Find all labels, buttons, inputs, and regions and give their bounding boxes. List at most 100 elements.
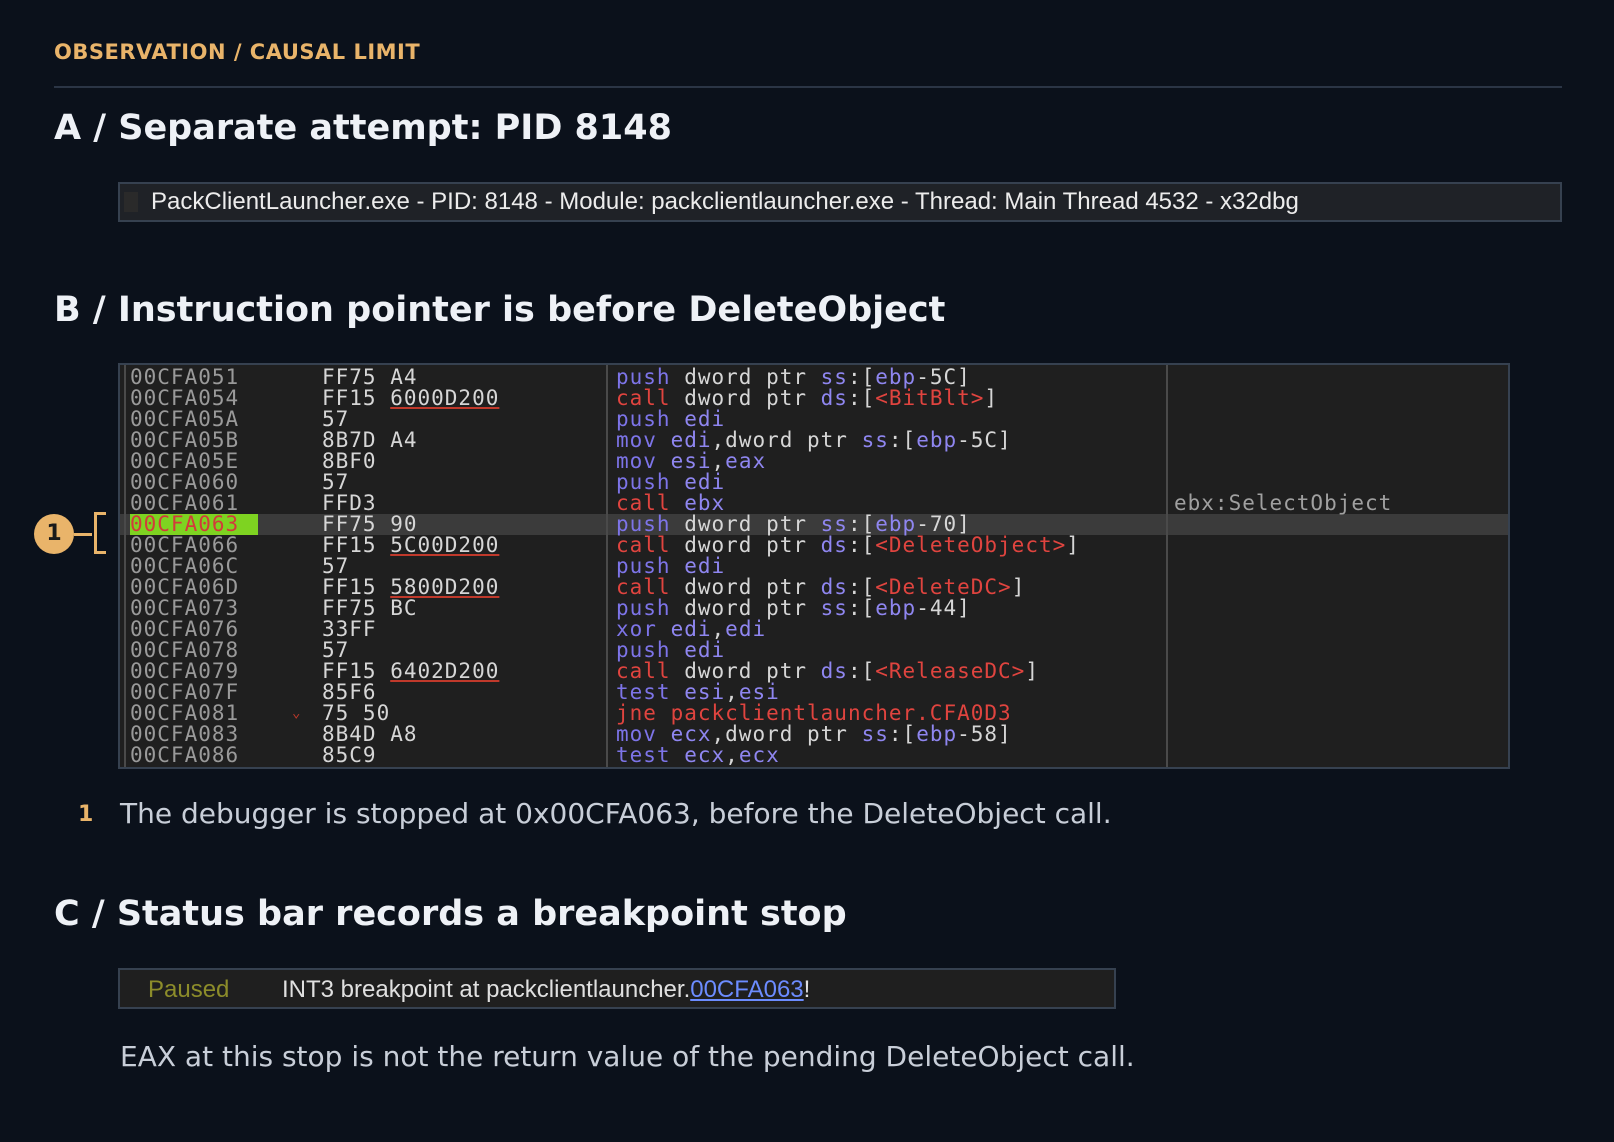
disasm-address: 00CFA05E	[130, 451, 240, 472]
disasm-instruction: push edi	[616, 409, 725, 430]
section-b-title: B / Instruction pointer is before Delete…	[54, 290, 946, 330]
operand-text: ]	[984, 386, 999, 410]
jump-arrow-icon: ⌄	[292, 705, 301, 721]
operand-text: ]	[1011, 575, 1026, 599]
disasm-bytes: FF75 A4	[322, 365, 418, 389]
disasm-address: 00CFA061	[130, 493, 240, 514]
disasm-bytes: 33FF	[322, 617, 377, 641]
disasm-row[interactable]: 00CFA079 FF15 6402D200 call dword ptr ds:[…	[120, 661, 1508, 682]
disasm-bytes: 8BF0	[322, 449, 377, 473]
disasm-row[interactable]: 00CFA07F 85F6 test esi,esi	[120, 682, 1508, 703]
section-c-title: C / Status bar records a breakpoint stop	[54, 894, 847, 934]
disasm-instruction: call dword ptr ds:[<DeleteObject>]	[616, 535, 1080, 556]
disasm-row[interactable]: 00CFA086 85C9 test ecx,ecx	[120, 745, 1508, 766]
disasm-bytes: 8B4D A8	[322, 722, 418, 746]
disasm-row[interactable]: 00CFA051 FF75 A4 push dword ptr ss:[ebp-5C…	[120, 367, 1508, 388]
disasm-address: 00CFA051	[130, 367, 240, 388]
disasm-row[interactable]: 00CFA073 FF75 BC push dword ptr ss:[ebp-44…	[120, 598, 1508, 619]
status-address-link[interactable]: 00CFA063	[690, 976, 803, 1003]
disasm-instruction: call dword ptr ds:[<BitBlt>]	[616, 388, 998, 409]
disasm-bytes: 57	[322, 638, 350, 662]
operand-text: :[	[888, 722, 917, 746]
operand-text: ]	[1066, 533, 1080, 557]
disasm-bytes: 8B7D A4	[322, 428, 418, 452]
disasm-row[interactable]: 00CFA05B 8B7D A4 mov edi,dword ptr ss:[ebp…	[120, 430, 1508, 451]
disasm-row[interactable]: 00CFA060 57 push edi	[120, 472, 1508, 493]
disasm-row[interactable]: 00CFA076 33FF xor edi,edi	[120, 619, 1508, 640]
disasm-row[interactable]: 00CFA06C 57 push edi	[120, 556, 1508, 577]
operand-register: edi	[725, 617, 767, 641]
disasm-row[interactable]: 00CFA061 FFD3 call ebx ebx:SelectObject	[120, 493, 1508, 514]
operand-text: -58]	[957, 722, 1012, 746]
disasm-bytes: FF15 5C00D200	[322, 533, 500, 557]
operand-register: ecx	[738, 743, 780, 767]
disasm-row[interactable]: 00CFA05A 57 push edi	[120, 409, 1508, 430]
disasm-row[interactable]: 00CFA066 FF15 5C00D200 call dword ptr ds:[…	[120, 535, 1508, 556]
disasm-row[interactable]: 00CFA081 ⌄ 75 50 jne packclientlauncher.CFA…	[120, 703, 1508, 724]
disasm-instruction: call dword ptr ds:[<DeleteDC>]	[616, 577, 1025, 598]
disasm-address: 00CFA081	[130, 703, 240, 724]
operand-text: -44]	[916, 596, 971, 620]
disasm-bytes: 75 50	[322, 701, 391, 725]
operand-text: ]	[1025, 659, 1039, 683]
disasm-instruction: push edi	[616, 556, 725, 577]
disasm-address: 00CFA05B	[130, 430, 240, 451]
status-message: INT3 breakpoint at packclientlauncher.00…	[282, 976, 810, 1004]
disasm-row[interactable]: 00CFA083 8B4D A8 mov ecx,dword ptr ss:[ebp…	[120, 724, 1508, 745]
operand-text: :[	[847, 533, 876, 557]
disasm-row[interactable]: 00CFA078 57 push edi	[120, 640, 1508, 661]
disasm-instruction: push edi	[616, 640, 725, 661]
operand-segment: ss	[861, 722, 889, 746]
disasm-address: 00CFA05A	[130, 409, 240, 430]
operand-text: ,	[725, 743, 739, 767]
operand-text: -5C]	[957, 428, 1012, 452]
disasm-instruction: test ecx,ecx	[616, 745, 780, 766]
disasm-instruction: push dword ptr ss:[ebp-44]	[616, 598, 971, 619]
disasm-address: 00CFA076	[130, 619, 240, 640]
status-message-suffix: !	[803, 976, 811, 1003]
operand-symbol: <BitBlt>	[875, 386, 985, 410]
disasm-row[interactable]: 00CFA05E 8BF0 mov esi,eax	[120, 451, 1508, 472]
status-state: Paused	[148, 976, 230, 1003]
note-text: The debugger is stopped at 0x00CFA063, b…	[120, 797, 1112, 830]
disasm-instruction: push dword ptr ss:[ebp-5C]	[616, 367, 971, 388]
note-number: 1	[78, 802, 94, 827]
operand-register: ebp	[875, 596, 917, 620]
disasm-instruction: mov edi,dword ptr ss:[ebp-5C]	[616, 430, 1012, 451]
disasm-address: 00CFA063	[130, 514, 258, 535]
disassembly-view[interactable]: 00CFA051 FF75 A4 push dword ptr ss:[ebp-5C…	[118, 363, 1510, 769]
header-divider	[54, 86, 1562, 88]
disasm-bytes: FFD3	[322, 491, 377, 515]
disasm-row-current[interactable]: 00CFA063 FF75 90 push dword ptr ss:[ebp-70…	[120, 514, 1508, 535]
disasm-row[interactable]: 00CFA054 FF15 6000D200 call dword ptr ds:[…	[120, 388, 1508, 409]
disasm-instruction: test esi,esi	[616, 682, 780, 703]
disasm-instruction: push dword ptr ss:[ebp-70]	[616, 514, 971, 535]
app-icon	[124, 192, 138, 212]
disasm-bytes: FF75 90	[322, 512, 418, 536]
disasm-row[interactable]: 00CFA06D FF15 5800D200 call dword ptr ds:[…	[120, 577, 1508, 598]
operand-segment: ss	[861, 428, 889, 452]
disasm-bytes: FF15 6000D200	[322, 386, 500, 410]
footer-text: EAX at this stop is not the return value…	[120, 1040, 1135, 1073]
operand-register: ebp	[916, 428, 958, 452]
disasm-address: 00CFA086	[130, 745, 240, 766]
disasm-bytes: FF75 BC	[322, 596, 418, 620]
section-kicker: OBSERVATION / CAUSAL LIMIT	[54, 40, 421, 64]
disasm-instruction: xor edi,edi	[616, 619, 766, 640]
disasm-address: 00CFA083	[130, 724, 240, 745]
disasm-comment: ebx:SelectObject	[1174, 491, 1393, 515]
disasm-instruction: call ebx	[616, 493, 725, 514]
disasm-bytes: 57	[322, 554, 350, 578]
disasm-address: 00CFA066	[130, 535, 240, 556]
disasm-bytes: 85F6	[322, 680, 377, 704]
section-a-title: A / Separate attempt: PID 8148	[54, 108, 672, 148]
operand-segment: ds	[820, 533, 848, 557]
operand-symbol: <ReleaseDC>	[875, 659, 1026, 683]
operand-symbol: <DeleteObject>	[875, 533, 1067, 557]
window-title: PackClientLauncher.exe - PID: 8148 - Mod…	[151, 188, 1299, 215]
disasm-instruction: jne packclientlauncher.CFA0D3	[616, 703, 1012, 724]
disasm-address: 00CFA06C	[130, 556, 240, 577]
disasm-bytes: FF15 5800D200	[322, 575, 500, 599]
disasm-address: 00CFA07F	[130, 682, 240, 703]
callout-bracket	[94, 512, 106, 554]
